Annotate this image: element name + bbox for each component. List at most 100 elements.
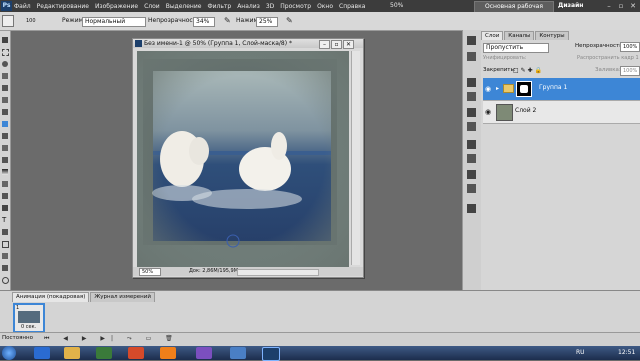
menu-edit[interactable]: Редактирование — [37, 3, 89, 10]
menu-help[interactable]: Справка — [339, 3, 365, 10]
masks-icon[interactable] — [467, 122, 476, 131]
menu-select[interactable]: Выделение — [166, 3, 202, 10]
histogram-icon[interactable] — [467, 36, 476, 45]
minimize-icon[interactable]: – — [604, 1, 614, 11]
magic-wand-icon[interactable] — [2, 73, 8, 79]
visibility-eye-icon[interactable]: ◉ — [485, 85, 493, 93]
fill-input[interactable]: 100% — [620, 66, 640, 76]
frame-thumbnail — [18, 311, 40, 323]
clock[interactable]: 12:51 — [618, 349, 635, 356]
menu-analysis[interactable]: Анализ — [237, 3, 260, 10]
tab-animation[interactable]: Анимация (покадровая) — [12, 292, 90, 302]
viber-icon[interactable] — [196, 347, 212, 359]
adjustments-icon[interactable] — [467, 108, 476, 117]
document-status-bar: 50% Док: 2,86M/195,9M — [133, 267, 363, 276]
eyedropper-icon[interactable] — [2, 97, 8, 103]
doc-maximize-icon[interactable]: ▫ — [331, 40, 342, 49]
photoshop-taskbar-icon[interactable] — [262, 347, 280, 361]
blend-mode-select[interactable]: Пропустить — [483, 43, 549, 53]
menu-filter[interactable]: Фильтр — [207, 3, 231, 10]
layer-row-layer-2[interactable]: ◉ Слой 2 — [483, 101, 640, 124]
brush-tool-icon[interactable] — [2, 15, 14, 27]
menu-window[interactable]: Окно — [317, 3, 333, 10]
opacity-input[interactable]: 34% — [193, 17, 215, 27]
flow-input[interactable]: 25% — [256, 17, 278, 27]
blur-tool-icon[interactable] — [2, 181, 8, 187]
document-title: Без имени-1 @ 50% (Группа 1, Слой-маска/… — [144, 40, 292, 47]
layer-opacity-input[interactable]: 100% — [620, 42, 640, 52]
tab-measurement-log[interactable]: Журнал измерений — [90, 292, 155, 302]
maximize-icon[interactable]: ▫ — [616, 1, 626, 11]
tab-layers[interactable]: Слои — [481, 31, 504, 40]
dodge-tool-icon[interactable] — [2, 193, 8, 199]
opera-icon[interactable] — [128, 347, 144, 359]
3d-rotate-icon[interactable] — [2, 253, 8, 259]
zoom-tool-icon[interactable] — [2, 277, 9, 284]
brush-size[interactable]: 100 — [26, 16, 36, 26]
layer-row-group-1[interactable]: ◉ ▸ Группа 1 — [483, 78, 640, 101]
app-icon[interactable] — [230, 347, 246, 359]
hand-tool-icon[interactable] — [2, 265, 8, 271]
layer-mask-thumbnail[interactable] — [516, 81, 532, 97]
path-selection-icon[interactable] — [2, 229, 8, 235]
eraser-icon[interactable] — [2, 157, 8, 163]
zoom-level[interactable]: 50% — [390, 1, 403, 11]
shape-tool-icon[interactable] — [2, 241, 9, 248]
menu-3d[interactable]: 3D — [266, 3, 274, 10]
color-icon[interactable] — [467, 78, 476, 87]
tablet-pressure-icon[interactable]: ✎ — [224, 16, 231, 26]
tab-paths[interactable]: Контуры — [535, 31, 569, 40]
gradient-tool-icon[interactable] — [2, 169, 8, 175]
move-tool-icon[interactable] — [2, 37, 8, 43]
lock-icons[interactable]: □ ✎ ✚ 🔒 — [513, 67, 542, 74]
history-brush-icon[interactable] — [2, 145, 8, 151]
vertical-scrollbar[interactable] — [351, 51, 360, 265]
menu-file[interactable]: Файл — [14, 3, 31, 10]
clone-stamp-icon[interactable] — [2, 133, 8, 139]
mode-select[interactable]: Нормальный — [82, 17, 146, 27]
design-workspace-button[interactable]: Дизайн — [558, 1, 583, 11]
doc-close-icon[interactable]: ✕ — [343, 40, 354, 49]
doc-info[interactable]: Док: 2,86M/195,9M — [189, 267, 238, 276]
start-button-icon[interactable] — [2, 346, 16, 360]
document-canvas[interactable] — [137, 51, 349, 267]
menu-layers[interactable]: Слои — [144, 3, 160, 10]
menu-image[interactable]: Изображение — [95, 3, 138, 10]
paragraph-icon[interactable] — [467, 184, 476, 193]
character-icon[interactable] — [467, 170, 476, 179]
airbrush-icon[interactable]: ✎ — [286, 16, 293, 26]
horizontal-scrollbar[interactable] — [237, 269, 319, 276]
close-icon[interactable]: ✕ — [628, 1, 638, 11]
3d-panel-icon[interactable] — [467, 204, 476, 213]
ps-doc-icon — [135, 40, 142, 47]
clone-source-icon[interactable] — [467, 154, 476, 163]
playback-controls[interactable]: ⏮ ◀ ▶ ▶| ⤳ ▭ 🗑 — [44, 335, 179, 343]
brushes-icon[interactable] — [467, 140, 476, 149]
lasso-tool-icon[interactable] — [2, 61, 8, 67]
info-icon[interactable] — [467, 52, 476, 61]
language-indicator[interactable]: RU — [576, 349, 585, 356]
ie-icon[interactable] — [34, 347, 50, 359]
menu-bar: Ps Файл Редактирование Изображение Слои … — [0, 0, 640, 20]
brush-tool-icon-active[interactable] — [2, 121, 8, 127]
panel-icon-strip — [462, 30, 482, 322]
type-tool-icon[interactable]: T — [2, 217, 8, 224]
frame-delay[interactable]: 0 сек. — [21, 324, 36, 330]
tab-channels[interactable]: Каналы — [504, 31, 535, 40]
media-player-icon[interactable] — [96, 347, 112, 359]
expand-triangle-icon[interactable]: ▸ — [496, 85, 499, 92]
status-zoom[interactable]: 50% — [139, 268, 161, 276]
doc-minimize-icon[interactable]: – — [319, 40, 330, 49]
animation-frame-1[interactable]: 1 0 сек. — [13, 303, 45, 333]
visibility-eye-icon[interactable]: ◉ — [485, 108, 493, 116]
marquee-tool-icon[interactable] — [2, 49, 9, 56]
layer-thumbnail — [496, 104, 513, 121]
explorer-icon[interactable] — [64, 347, 80, 359]
menu-view[interactable]: Просмотр — [280, 3, 311, 10]
loop-select[interactable]: Постоянно — [2, 335, 33, 341]
swatches-icon[interactable] — [467, 92, 476, 101]
firefox-icon[interactable] — [160, 347, 176, 359]
crop-tool-icon[interactable] — [2, 85, 8, 91]
healing-brush-icon[interactable] — [2, 109, 8, 115]
pen-tool-icon[interactable] — [2, 205, 8, 211]
